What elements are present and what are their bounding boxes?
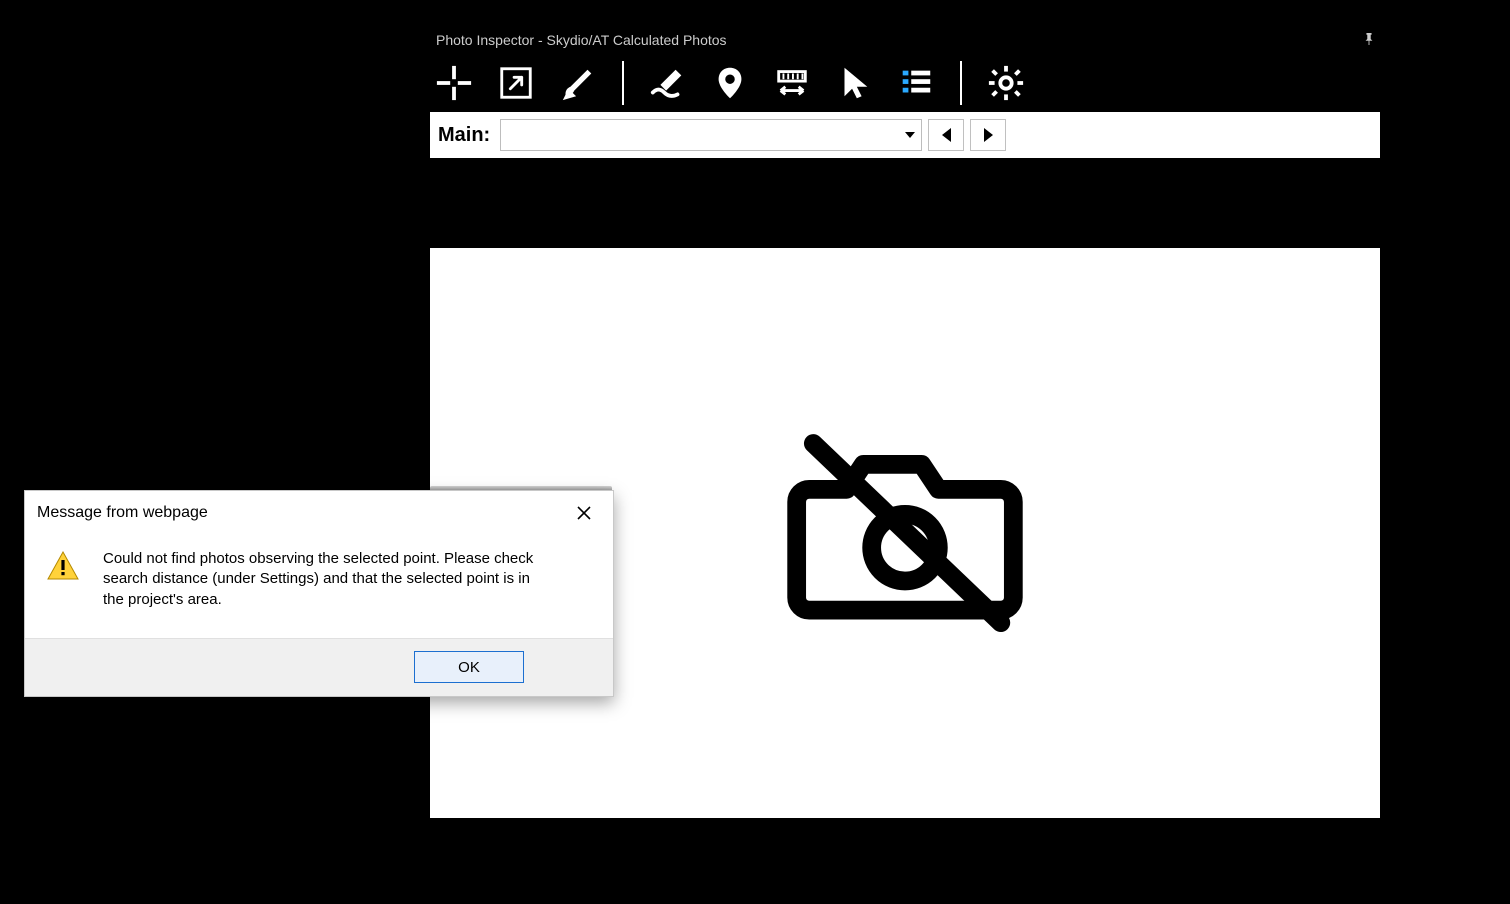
- measure-button[interactable]: [772, 63, 812, 103]
- chevron-down-icon: [905, 132, 915, 138]
- main-dropdown[interactable]: [500, 119, 922, 151]
- dialog-message: Could not find photos observing the sele…: [103, 549, 553, 610]
- pin-icon[interactable]: [1364, 32, 1374, 48]
- settings-button[interactable]: [986, 63, 1026, 103]
- brush-button[interactable]: [558, 63, 598, 103]
- photo-inspector-panel: Photo Inspector - Skydio/AT Calculated P…: [430, 26, 1380, 818]
- no-photo-icon: [780, 406, 1030, 661]
- toolbar-separator: [960, 61, 962, 105]
- inspector-toolbar: [430, 54, 1380, 112]
- viewport-gap: [430, 160, 1380, 248]
- open-external-button[interactable]: [496, 63, 536, 103]
- location-pin-button[interactable]: [710, 63, 750, 103]
- warning-icon: [47, 551, 79, 610]
- inspector-titlebar: Photo Inspector - Skydio/AT Calculated P…: [430, 26, 1380, 54]
- center-crosshair-button[interactable]: [434, 63, 474, 103]
- previous-button[interactable]: [928, 119, 964, 151]
- cursor-button[interactable]: [834, 63, 874, 103]
- dialog-footer: OK: [25, 638, 613, 696]
- next-button[interactable]: [970, 119, 1006, 151]
- ok-button-label: OK: [458, 659, 480, 676]
- dialog-titlebar: Message from webpage: [25, 491, 613, 535]
- inspector-title: Photo Inspector - Skydio/AT Calculated P…: [436, 32, 1364, 48]
- close-button[interactable]: [567, 499, 601, 527]
- message-dialog: Message from webpage Could not find phot…: [24, 490, 614, 697]
- main-label: Main:: [438, 124, 490, 147]
- dialog-title: Message from webpage: [37, 504, 208, 522]
- toolbar-separator: [622, 61, 624, 105]
- ok-button[interactable]: OK: [414, 651, 524, 683]
- main-selector-row: Main:: [430, 112, 1380, 160]
- edit-brush-button[interactable]: [648, 63, 688, 103]
- list-view-button[interactable]: [896, 63, 936, 103]
